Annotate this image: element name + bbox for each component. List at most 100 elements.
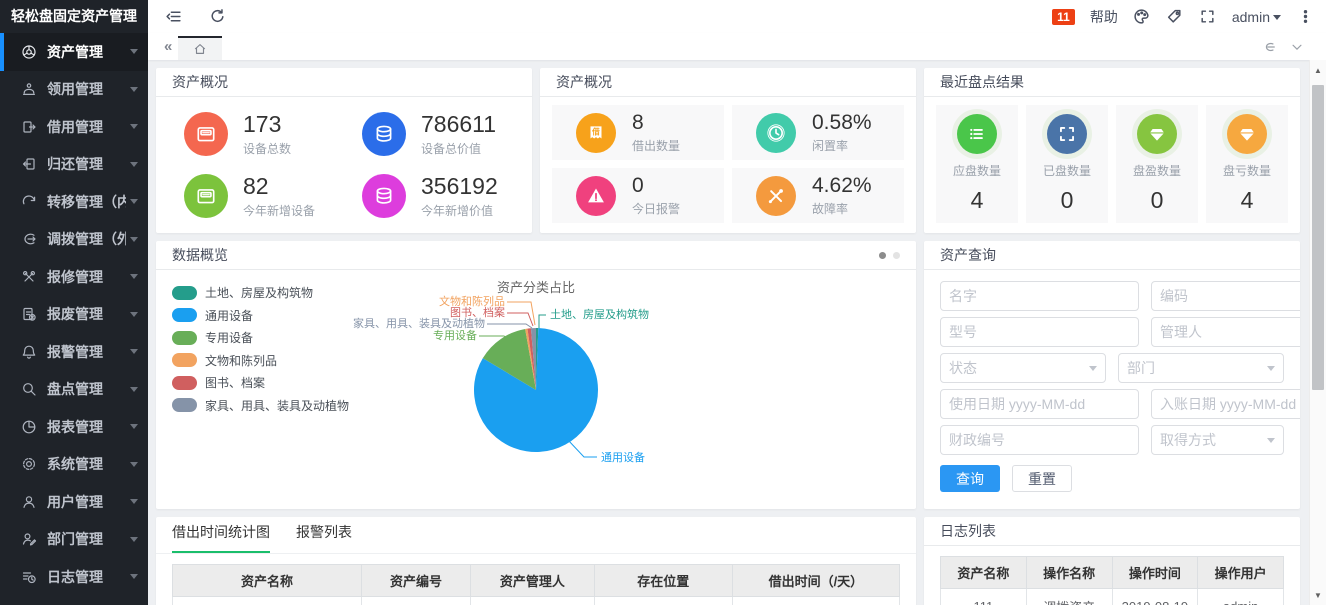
menu-fold-icon[interactable] [164,8,182,26]
department-select[interactable]: 部门 [1118,353,1284,383]
user-menu[interactable]: admin [1232,9,1281,25]
more-vertical-icon[interactable] [1296,8,1314,26]
carousel-dot-active[interactable] [879,252,886,259]
card-inventory-result: 最近盘点结果 应盘数量 4 已盘数量 0 盘盈数量 [924,68,1300,233]
tabs-dropdown-icon[interactable] [1290,40,1304,54]
theme-palette-icon[interactable] [1133,8,1151,26]
chevron-down-icon [130,49,138,54]
scroll-up-arrow[interactable]: ▲ [1310,63,1326,77]
finance-no-field[interactable] [940,425,1139,455]
chevron-down-icon [1089,366,1097,371]
user-edit-icon [21,531,37,547]
card-title: 资产概况 [172,72,228,92]
clock-icon [756,113,796,153]
cycle-icon [21,194,37,210]
legend-item[interactable]: 专用设备 [172,329,406,346]
carousel-dot[interactable] [893,252,900,259]
refresh-icon[interactable] [208,8,226,26]
loan-table: 资产名称 资产编号 资产管理人 存在位置 借出时间（/天） 打印机22 1806… [172,564,900,605]
database-icon [362,112,406,156]
chevron-down-icon [1267,438,1275,443]
sidebar-item-return[interactable]: 归还管理 [0,146,148,184]
tabs-scroll-left-icon[interactable]: « [158,38,178,55]
chart-legend: 土地、房屋及构筑物 通用设备 专用设备 文物和陈列品 图书、档案 家具、用具、装… [156,270,406,509]
legend-item[interactable]: 文物和陈列品 [172,352,406,369]
chevron-down-icon [130,499,138,504]
acquire-way-select[interactable]: 取得方式 [1151,425,1284,455]
legend-item[interactable]: 图书、档案 [172,374,406,391]
sidebar-item-scrap[interactable]: 报废管理 [0,296,148,334]
repair-tools-icon [756,176,796,216]
model-field[interactable] [940,317,1139,347]
card-title: 资产概况 [556,72,612,92]
svg-text:借: 借 [591,126,600,136]
scroll-down-arrow[interactable]: ▼ [1310,588,1326,602]
scrollbar-thumb[interactable] [1312,85,1324,390]
fullscreen-icon[interactable] [1199,8,1217,26]
borrow-ticket-icon: 借 [576,113,616,153]
card-asset-query: 资产查询 状态 部门 [924,241,1300,509]
pie-chart-title: 资产分类占比 [497,280,575,295]
card-log-list: 日志列表 资产名称 操作名称 操作时间 操作用户 [924,517,1300,605]
help-link[interactable]: 帮助 [1090,7,1118,27]
user-icon [21,494,37,510]
sidebar-item-inventory[interactable]: 盘点管理 [0,371,148,409]
sidebar-item-assets[interactable]: 资产管理 [0,33,148,71]
sidebar-item-allocate[interactable]: 调拨管理（外... [0,221,148,259]
document-x-icon [21,306,37,322]
bell-icon [21,344,37,360]
chevron-down-icon [130,199,138,204]
legend-item[interactable]: 家具、用具、装具及动植物 [172,397,406,414]
export-icon [21,119,37,135]
use-date-field[interactable] [940,389,1139,419]
svg-text:土地、房屋及构筑物: 土地、房屋及构筑物 [550,307,649,321]
sidebar-item-user[interactable]: 用户管理 [0,483,148,521]
app-title: 轻松盘固定资产管理 [0,0,148,33]
code-field[interactable] [1151,281,1300,311]
tag-icon[interactable] [1166,8,1184,26]
chevron-down-icon [1273,15,1281,20]
entry-date-field[interactable] [1151,389,1300,419]
chevron-down-icon [130,87,138,92]
device-icon [184,112,228,156]
legend-item[interactable]: 土地、房屋及构筑物 [172,284,406,301]
list-icon [957,114,997,154]
name-field[interactable] [940,281,1139,311]
manager-field[interactable] [1151,317,1300,347]
sidebar-item-alarm[interactable]: 报警管理 [0,333,148,371]
chevron-down-icon [130,312,138,317]
sidebar-item-department[interactable]: 部门管理 [0,521,148,559]
svg-text:通用设备: 通用设备 [601,450,645,464]
warning-icon [576,176,616,216]
stat-new-value: 356192今年新增价值 [344,165,522,227]
chevron-down-icon [130,574,138,579]
card-title: 数据概览 [172,245,228,265]
tab-home[interactable] [178,36,222,60]
page-scrollbar[interactable]: ▲ ▼ [1309,60,1326,605]
tab-loan-time-chart[interactable]: 借出时间统计图 [172,522,270,553]
sidebar: 轻松盘固定资产管理 资产管理 领用管理 借用管理 归还管理 转移管理（内... … [0,0,148,605]
sidebar-item-repair[interactable]: 报修管理 [0,258,148,296]
sidebar-item-borrow[interactable]: 借用管理 [0,108,148,146]
sidebar-item-system[interactable]: 系统管理 [0,446,148,484]
main-area: 11 帮助 admin « [148,0,1326,605]
status-select[interactable]: 状态 [940,353,1106,383]
svg-text:文物和陈列品: 文物和陈列品 [439,294,505,308]
chevron-down-icon [130,537,138,542]
pie-chart-icon [21,419,37,435]
carousel-dots [879,252,900,259]
tabs-options-icon[interactable] [1262,40,1276,54]
chevron-down-icon [130,237,138,242]
sidebar-item-log[interactable]: 日志管理 [0,558,148,596]
card-title: 日志列表 [940,521,996,541]
sidebar-item-receive[interactable]: 领用管理 [0,71,148,109]
scan-icon [1047,114,1087,154]
sidebar-item-report[interactable]: 报表管理 [0,408,148,446]
legend-swatch [172,286,197,300]
search-button[interactable]: 查询 [940,465,1000,492]
stat-total-devices: 173设备总数 [166,103,344,165]
stat-today-alarms: 0今日报警 [552,168,724,223]
sidebar-item-transfer[interactable]: 转移管理（内... [0,183,148,221]
tab-alarm-list[interactable]: 报警列表 [296,522,352,553]
reset-button[interactable]: 重置 [1012,465,1072,492]
